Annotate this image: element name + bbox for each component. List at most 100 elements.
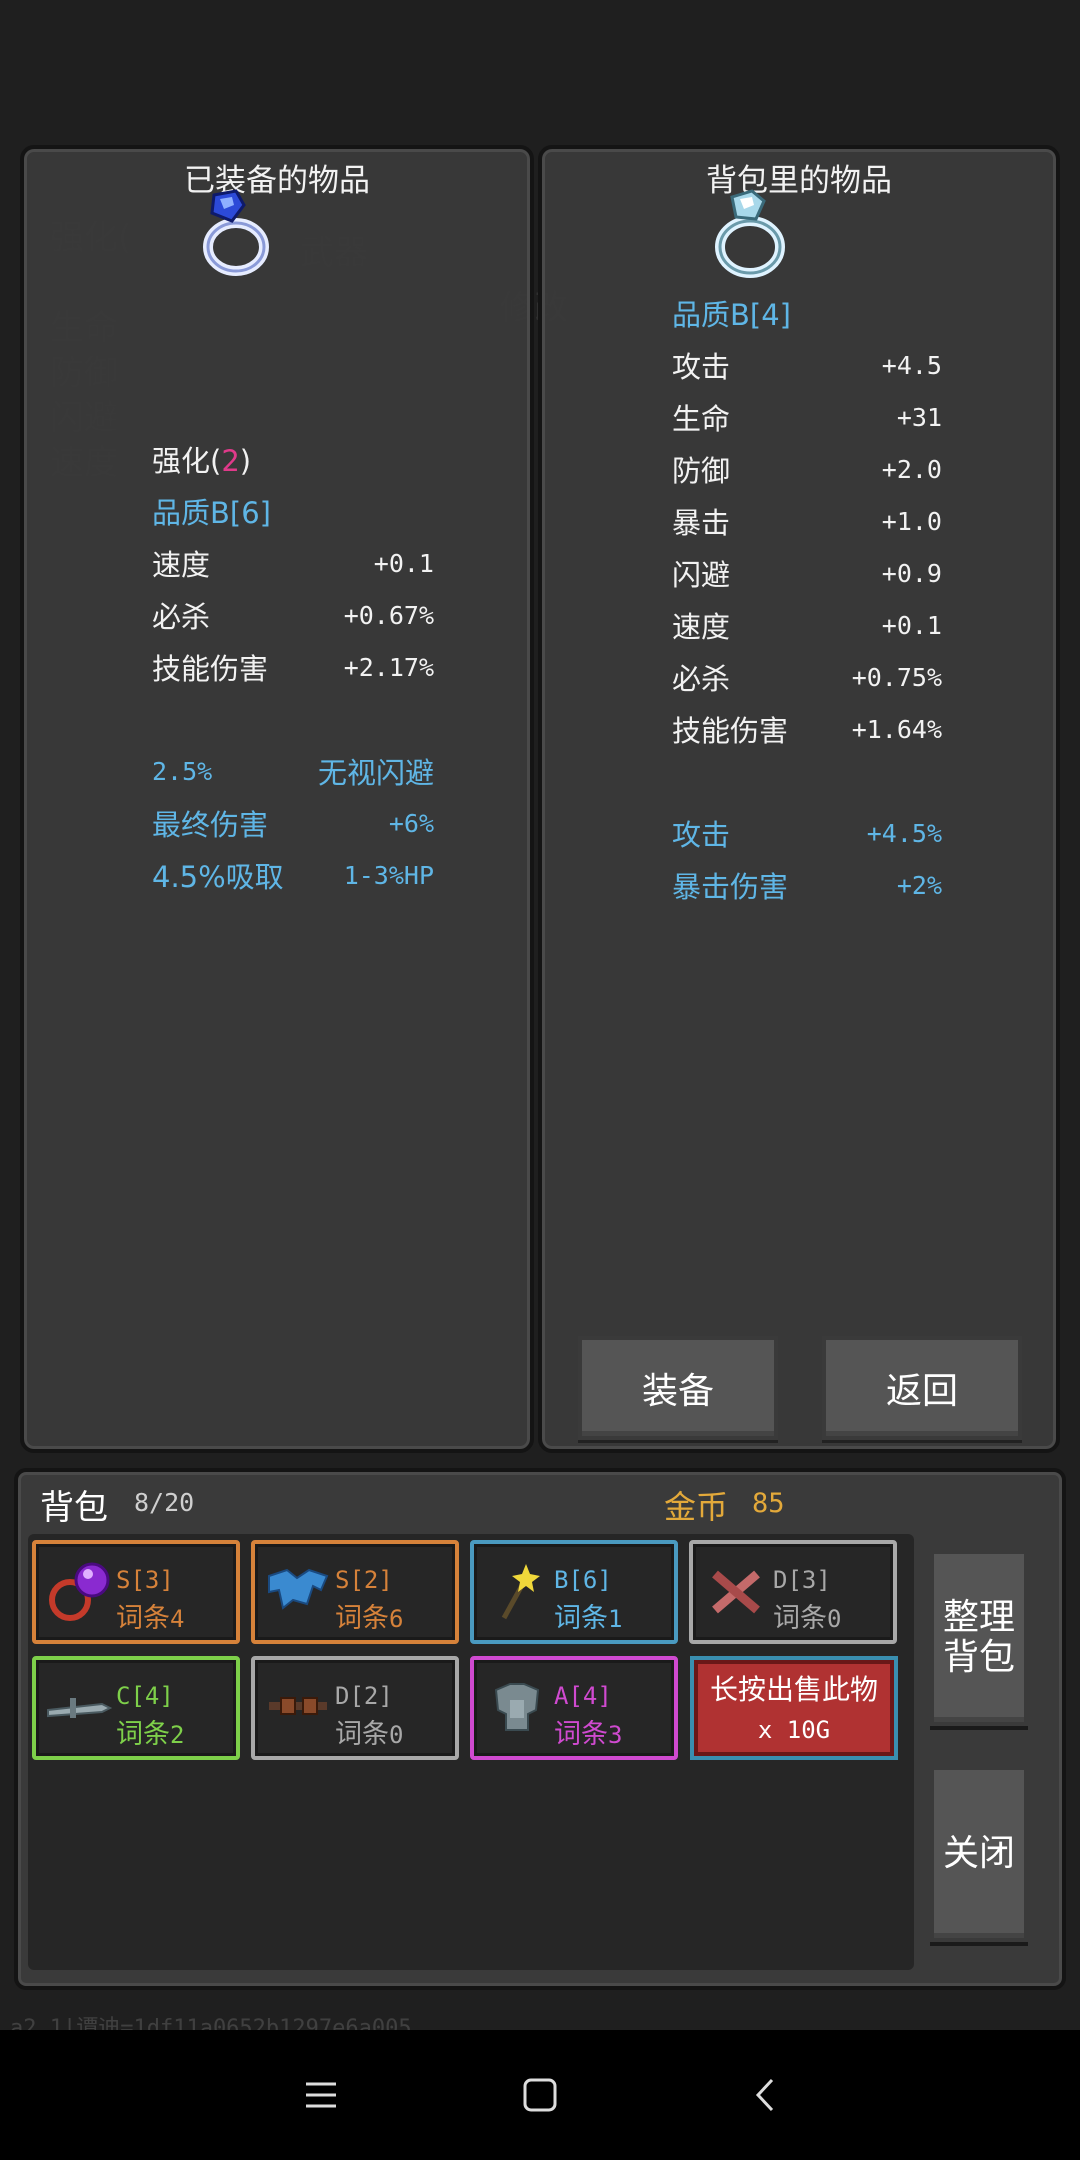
stat-value: +2.0 [881, 454, 942, 484]
system-nav-bar [0, 2030, 1080, 2160]
stat-value: +4.5 [881, 350, 942, 380]
stat-value: +1.64% [851, 714, 942, 744]
quality-row: 品质B[6] [152, 489, 434, 533]
inventory-slot[interactable]: D[2] 词条0 [251, 1656, 459, 1760]
slot-entry: 词条4 [116, 1603, 185, 1634]
bonus-value: +2% [896, 870, 942, 900]
enhance-close: ) [239, 444, 252, 478]
stat-row: 暴击 +1.0 [672, 499, 942, 543]
equipped-quality: 品质B[6] [152, 496, 271, 530]
bonus-name: 攻击 [672, 818, 731, 852]
bonus-name: 最终伤害 [152, 808, 269, 842]
bonus-value: +4.5% [866, 818, 942, 848]
stat-name: 闪避 [672, 558, 731, 592]
sapphire-ring-icon [203, 189, 269, 276]
slot-grade: C[4] [116, 1682, 174, 1710]
home-icon[interactable] [515, 2070, 565, 2120]
back-icon[interactable] [742, 2070, 792, 2120]
slot-grade: S[3] [116, 1566, 174, 1594]
enhance-label: 强化( [152, 444, 222, 478]
orb-ring-icon [49, 1562, 110, 1621]
enhance-level: 2 [221, 444, 240, 478]
stat-name: 生命 [672, 402, 731, 436]
stat-value: +1.0 [881, 506, 942, 536]
stat-row: 速度 +0.1 [672, 603, 942, 647]
bag-panel-title: 背包里的物品 [706, 163, 892, 199]
bonus-name: 暴击伤害 [672, 870, 789, 904]
stat-name: 技能伤害 [152, 652, 269, 686]
gold-value: 85 [752, 1488, 785, 1519]
stat-row: 速度 +0.1 [152, 541, 434, 585]
enhance-row: 强化(2) [152, 437, 434, 481]
inventory-slot[interactable]: A[4] 词条3 [470, 1656, 678, 1760]
stat-name: 攻击 [672, 350, 731, 384]
slot-grade: S[2] [335, 1566, 393, 1594]
stat-value: +0.67% [343, 600, 434, 630]
inventory-slot[interactable]: C[4] 词条2 [32, 1656, 240, 1760]
inventory-slot[interactable]: S[3] 词条4 [32, 1540, 240, 1644]
slot-entry: 词条2 [116, 1719, 185, 1750]
inventory-title: 背包 [40, 1488, 108, 1528]
sell-item-button[interactable]: 长按出售此物 x 10G [690, 1656, 898, 1760]
equip-button[interactable]: 装备 [578, 1336, 778, 1440]
bone-icon [712, 1570, 760, 1614]
gray-sword-icon [47, 1698, 113, 1718]
stat-row: 攻击 +4.5 [672, 343, 942, 387]
stat-value: +0.1 [881, 610, 942, 640]
stat-name: 必杀 [672, 662, 731, 696]
bonus-row: 2.5% 无视闪避 [152, 749, 434, 793]
blue-cape-icon [268, 1568, 329, 1610]
inventory-slot[interactable]: B[6] 词条1 [470, 1540, 678, 1644]
stat-name: 必杀 [152, 600, 211, 634]
stat-name: 速度 [152, 548, 211, 582]
quality-row: 品质B[4] [672, 291, 942, 335]
top-status-area [0, 0, 1080, 140]
bonus-row: 攻击 +4.5% [672, 811, 942, 855]
stat-name: 防御 [672, 454, 731, 488]
stat-row: 生命 +31 [672, 395, 942, 439]
stat-name: 技能伤害 [672, 714, 789, 748]
gold-label: 金币 [664, 1488, 729, 1526]
sort-bag-label: 整理背包 [942, 1597, 1015, 1678]
magic-wand-icon [501, 1564, 540, 1620]
stat-row: 防御 +2.0 [672, 447, 942, 491]
bonus-name: 4.5%吸取 [152, 860, 284, 894]
armor-icon [494, 1683, 540, 1731]
stat-row: 必杀 +0.67% [152, 593, 434, 637]
stat-value: +31 [896, 402, 942, 432]
stat-value: +0.1 [373, 548, 434, 578]
slot-grade: A[4] [554, 1682, 612, 1710]
slot-grade: D[2] [335, 1682, 393, 1710]
stat-value: +0.9 [881, 558, 942, 588]
bag-quality: 品质B[4] [672, 298, 791, 332]
stat-value: +2.17% [343, 652, 434, 682]
stat-name: 暴击 [672, 506, 731, 540]
bonus-name: 2.5% [152, 756, 213, 786]
slot-grade: B[6] [554, 1566, 612, 1594]
inventory-slot[interactable]: S[2] 词条6 [251, 1540, 459, 1644]
menu-icon[interactable] [296, 2070, 346, 2120]
bonus-value: +6% [388, 808, 434, 838]
bonus-value: 无视闪避 [317, 756, 434, 790]
stat-value: +0.75% [851, 662, 942, 692]
bonus-row: 暴击伤害 +2% [672, 863, 942, 907]
inventory-slot[interactable]: D[3] 词条0 [689, 1540, 897, 1644]
diamond-ring-icon [715, 189, 785, 278]
close-button[interactable]: 关闭 [930, 1766, 1028, 1942]
goggles-icon [269, 1697, 327, 1715]
bonus-row: 4.5%吸取 1-3%HP [152, 853, 434, 897]
sell-price: x 10G [757, 1716, 831, 1744]
slot-entry: 词条1 [554, 1603, 623, 1634]
slot-entry: 词条6 [335, 1603, 404, 1634]
slot-entry: 词条3 [554, 1719, 623, 1750]
stat-name: 速度 [672, 610, 731, 644]
stat-row: 闪避 +0.9 [672, 551, 942, 595]
stat-row: 技能伤害 +1.64% [672, 707, 942, 751]
back-button[interactable]: 返回 [822, 1336, 1022, 1440]
bag-item-panel: 背包里的物品 品质B[4] 攻击 +4.5 生命 +31 防御 +2.0 暴击 … [538, 145, 1060, 1453]
stat-row: 技能伤害 +2.17% [152, 645, 434, 689]
sort-bag-button[interactable]: 整理背包 [930, 1550, 1028, 1726]
stat-row: 必杀 +0.75% [672, 655, 942, 699]
slot-entry: 词条0 [773, 1603, 842, 1634]
slot-entry: 词条0 [335, 1719, 404, 1750]
